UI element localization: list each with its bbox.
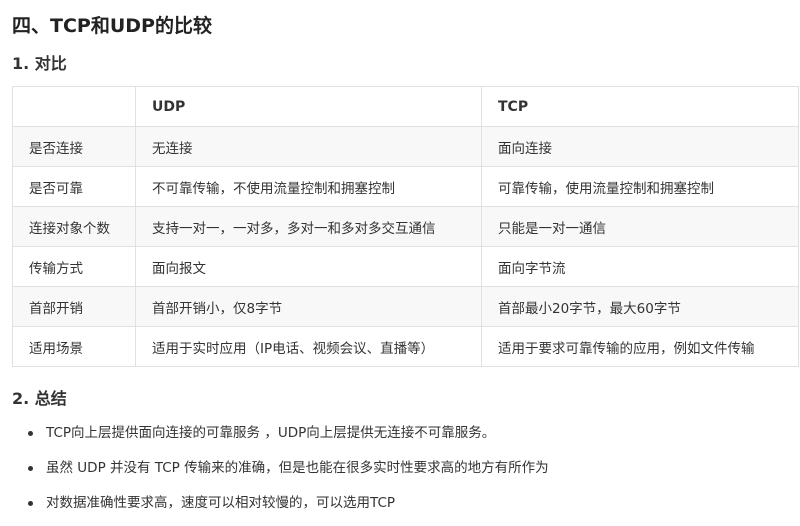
- section-heading: 四、TCP和UDP的比较: [12, 15, 212, 37]
- tcp-cell: 面向字节流: [481, 246, 799, 287]
- summary-list: TCP向上层提供面向连接的可靠服务 ，UDP向上层提供无连接不可靠服务。 虽然 …: [12, 421, 792, 526]
- list-item: 虽然 UDP 并没有 TCP 传输来的准确，但是也能在很多实时性要求高的地方有所…: [12, 456, 792, 480]
- table-header-cell: [12, 86, 136, 127]
- subsection-title-summary: 2. 总结: [12, 389, 67, 408]
- udp-cell: 适用于实时应用（IP电话、视频会议、直播等）: [135, 326, 482, 367]
- bullet-icon: [28, 501, 33, 506]
- list-item: TCP向上层提供面向连接的可靠服务 ，UDP向上层提供无连接不可靠服务。: [12, 421, 792, 445]
- table-row: 是否连接 无连接 面向连接: [12, 126, 799, 167]
- tcp-cell: 适用于要求可靠传输的应用，例如文件传输: [481, 326, 799, 367]
- row-label-cell: 是否可靠: [12, 166, 136, 207]
- tcp-cell: 只能是一对一通信: [481, 206, 799, 247]
- udp-cell: 支持一对一，一对多，多对一和多对多交互通信: [135, 206, 482, 247]
- table-header-row: UDP TCP: [12, 86, 799, 127]
- list-item-text: 虽然 UDP 并没有 TCP 传输来的准确，但是也能在很多实时性要求高的地方有所…: [46, 460, 549, 476]
- comparison-table: UDP TCP 是否连接 无连接 面向连接 是否可靠 不可靠传输，不使用流量控制…: [12, 86, 799, 367]
- article-content: 四、TCP和UDP的比较 1. 对比 UDP TCP 是否连接 无连接 面向连接…: [0, 0, 800, 525]
- udp-cell: 无连接: [135, 126, 482, 167]
- table-row: 是否可靠 不可靠传输，不使用流量控制和拥塞控制 可靠传输，使用流量控制和拥塞控制: [12, 166, 799, 207]
- table-header-cell: UDP: [135, 86, 482, 127]
- udp-cell: 首部开销小，仅8字节: [135, 286, 482, 327]
- table-row: 首部开销 首部开销小，仅8字节 首部最小20字节，最大60字节: [12, 286, 799, 327]
- row-label-cell: 传输方式: [12, 246, 136, 287]
- row-label-cell: 是否连接: [12, 126, 136, 167]
- table-row: 传输方式 面向报文 面向字节流: [12, 246, 799, 287]
- row-label-cell: 适用场景: [12, 326, 136, 367]
- table-header-cell: TCP: [481, 86, 799, 127]
- bullet-icon: [28, 466, 33, 471]
- row-label-cell: 首部开销: [12, 286, 136, 327]
- tcp-cell: 可靠传输，使用流量控制和拥塞控制: [481, 166, 799, 207]
- list-item-text: 对数据准确性要求高，速度可以相对较慢的，可以选用TCP: [46, 495, 396, 511]
- row-label-cell: 连接对象个数: [12, 206, 136, 247]
- udp-cell: 不可靠传输，不使用流量控制和拥塞控制: [135, 166, 482, 207]
- list-item-text: TCP向上层提供面向连接的可靠服务 ，UDP向上层提供无连接不可靠服务。: [46, 425, 496, 441]
- udp-cell: 面向报文: [135, 246, 482, 287]
- table-row: 连接对象个数 支持一对一，一对多，多对一和多对多交互通信 只能是一对一通信: [12, 206, 799, 247]
- tcp-cell: 首部最小20字节，最大60字节: [481, 286, 799, 327]
- list-item: 对数据准确性要求高，速度可以相对较慢的，可以选用TCP: [12, 491, 792, 515]
- tcp-cell: 面向连接: [481, 126, 799, 167]
- table-row: 适用场景 适用于实时应用（IP电话、视频会议、直播等） 适用于要求可靠传输的应用…: [12, 326, 799, 367]
- bullet-icon: [28, 431, 33, 436]
- subsection-title-comparison: 1. 对比: [12, 54, 67, 73]
